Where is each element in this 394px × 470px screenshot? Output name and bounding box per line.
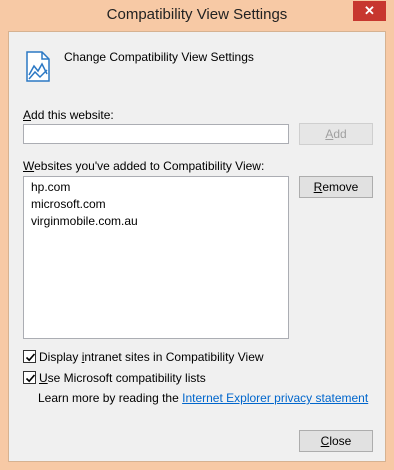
learn-more-prefix: Learn more by reading the bbox=[38, 391, 179, 405]
close-button[interactable]: Close bbox=[299, 430, 373, 452]
remove-button[interactable]: Remove bbox=[299, 176, 373, 198]
dialog-client-area: Change Compatibility View Settings Add t… bbox=[8, 31, 386, 462]
add-website-label: Add this website: bbox=[23, 108, 114, 122]
add-website-label-text: dd this website: bbox=[31, 108, 114, 122]
learn-more-text: Learn more by reading the Internet Explo… bbox=[38, 391, 368, 405]
list-item[interactable]: virginmobile.com.au bbox=[24, 213, 288, 230]
checkmark-icon bbox=[25, 374, 36, 383]
dialog-heading: Change Compatibility View Settings bbox=[64, 50, 254, 64]
checkmark-icon bbox=[25, 353, 36, 362]
websites-list[interactable]: hp.com microsoft.com virginmobile.com.au bbox=[23, 176, 289, 339]
compatibility-view-icon bbox=[25, 50, 51, 84]
list-item[interactable]: hp.com bbox=[24, 179, 288, 196]
privacy-statement-link[interactable]: Internet Explorer privacy statement bbox=[182, 391, 368, 405]
list-item[interactable]: microsoft.com bbox=[24, 196, 288, 213]
window-close-button[interactable]: ✕ bbox=[353, 1, 386, 21]
window-title: Compatibility View Settings bbox=[106, 6, 288, 23]
intranet-checkbox[interactable] bbox=[23, 350, 36, 363]
add-button[interactable]: Add bbox=[299, 123, 373, 145]
title-bar[interactable]: Compatibility View Settings ✕ bbox=[0, 0, 394, 31]
dialog-window: Compatibility View Settings ✕ Change Com… bbox=[0, 0, 394, 470]
add-website-input[interactable] bbox=[23, 124, 289, 144]
ms-lists-checkbox[interactable] bbox=[23, 371, 36, 384]
ms-lists-checkbox-label[interactable]: Use Microsoft compatibility lists bbox=[39, 371, 206, 385]
websites-list-label: Websites you've added to Compatibility V… bbox=[23, 159, 265, 173]
intranet-checkbox-label[interactable]: Display intranet sites in Compatibility … bbox=[39, 350, 264, 364]
